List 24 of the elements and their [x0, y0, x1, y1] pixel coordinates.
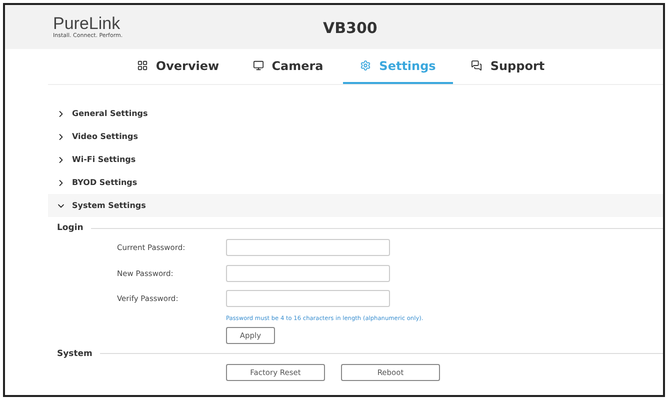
logo: PureLink: [53, 15, 120, 33]
settings-icon: [360, 60, 372, 71]
chat-icon: [471, 60, 482, 71]
device-title: VB300: [323, 19, 378, 37]
section-title: System Settings: [72, 201, 146, 210]
section-header[interactable]: Wi-Fi Settings: [48, 148, 663, 171]
password-field[interactable]: [226, 239, 390, 256]
section-header[interactable]: System Settings: [48, 194, 663, 217]
nav-tab[interactable]: Camera: [233, 49, 343, 84]
grid-icon: [136, 60, 148, 71]
section-header[interactable]: Video Settings: [48, 125, 663, 148]
password-field[interactable]: [226, 290, 390, 308]
section-title: General Settings: [72, 109, 148, 118]
section-title: Wi-Fi Settings: [72, 155, 136, 164]
nav-tab[interactable]: Support: [453, 49, 563, 84]
nav-tab[interactable]: Overview: [123, 49, 233, 84]
section-title: Video Settings: [72, 132, 138, 141]
monitor-icon: [252, 60, 264, 71]
section-title: BYOD Settings: [72, 178, 138, 187]
section-header[interactable]: BYOD Settings: [48, 171, 663, 194]
password-field[interactable]: [226, 264, 390, 282]
section-header[interactable]: General Settings: [48, 102, 663, 125]
group-heading: Login: [56, 223, 84, 233]
group-heading: System: [56, 348, 92, 358]
